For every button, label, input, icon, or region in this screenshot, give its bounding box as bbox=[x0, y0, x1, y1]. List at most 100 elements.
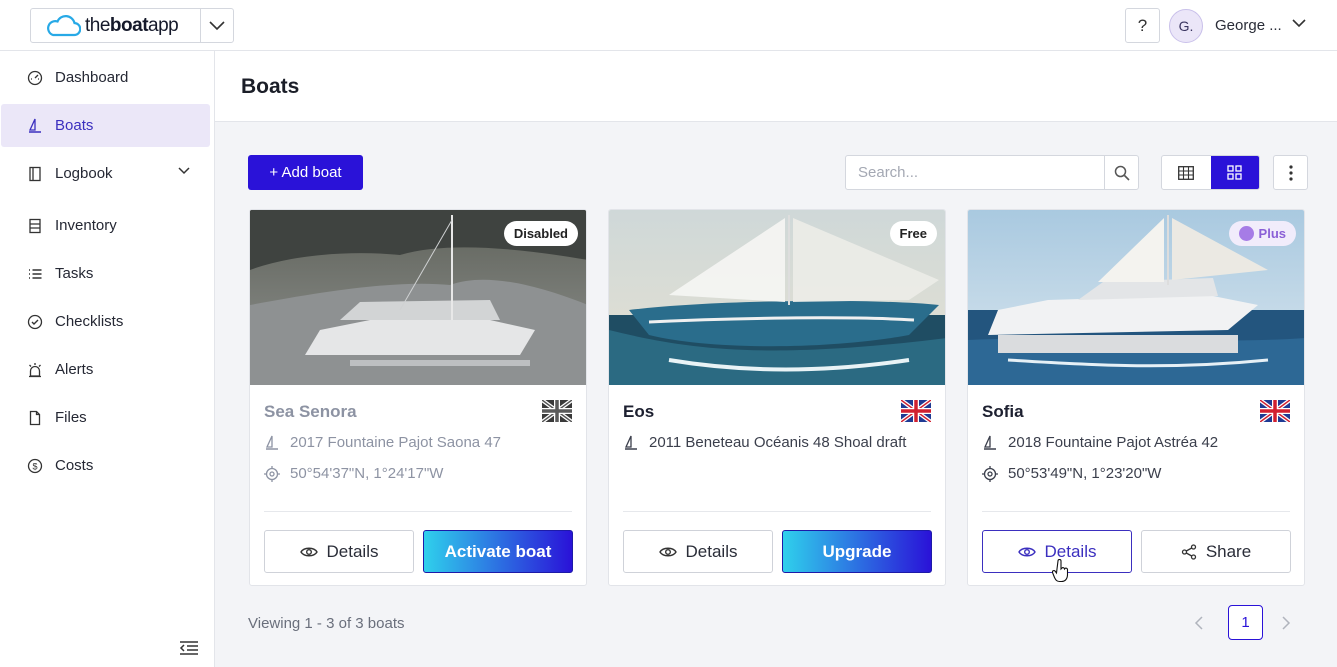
sailboat-icon bbox=[28, 118, 41, 133]
boat-card: Disabled Sea Senora 2017 Fountaine Pajot… bbox=[249, 209, 587, 586]
chevron-down-icon[interactable] bbox=[1291, 18, 1307, 30]
avatar[interactable]: G. bbox=[1169, 9, 1203, 43]
book-icon bbox=[29, 166, 41, 181]
sidebar-item-checklists[interactable]: Checklists bbox=[1, 300, 210, 343]
pagination-page[interactable]: 1 bbox=[1228, 605, 1263, 640]
details-button[interactable]: Details bbox=[264, 530, 414, 573]
add-boat-button[interactable]: + Add boat bbox=[248, 155, 363, 190]
brand-switcher[interactable]: theboatapp bbox=[30, 8, 234, 43]
share-icon bbox=[1181, 543, 1196, 560]
view-toggle bbox=[1161, 155, 1260, 190]
help-label: ? bbox=[1137, 15, 1148, 35]
details-button[interactable]: Details bbox=[623, 530, 773, 573]
sailboat-icon bbox=[265, 435, 278, 450]
boat-name[interactable]: Sofia bbox=[982, 402, 1024, 422]
boat-model: 2018 Fountaine Pajot Astréa 42 bbox=[1008, 434, 1219, 451]
sidebar-item-label: Dashboard bbox=[55, 69, 129, 86]
activate-label: Activate boat bbox=[444, 541, 552, 561]
sidebar-item-costs[interactable]: $ Costs bbox=[1, 444, 210, 487]
boat-position: 50°54'37"N, 1°24'17"W bbox=[290, 465, 444, 482]
help-button[interactable]: ? bbox=[1125, 8, 1160, 43]
sidebar-item-label: Costs bbox=[55, 457, 94, 474]
boat-model: 2011 Beneteau Océanis 48 Shoal draft bbox=[649, 434, 907, 451]
sidebar-item-boats[interactable]: Boats bbox=[1, 104, 210, 147]
svg-text:$: $ bbox=[32, 461, 37, 471]
share-label: Share bbox=[1205, 541, 1252, 561]
cloud-icon bbox=[47, 14, 81, 36]
activate-boat-button[interactable]: Activate boat bbox=[423, 530, 573, 573]
sidebar-item-tasks[interactable]: Tasks bbox=[1, 252, 210, 295]
alarm-icon bbox=[29, 362, 41, 377]
sidebar-item-label: Inventory bbox=[55, 217, 117, 234]
grid-view-button[interactable] bbox=[1210, 156, 1259, 189]
search-icon bbox=[1114, 165, 1130, 181]
more-vertical-icon bbox=[1288, 164, 1293, 181]
sidebar-item-dashboard[interactable]: Dashboard bbox=[1, 56, 210, 99]
boat-name[interactable]: Sea Senora bbox=[264, 402, 357, 422]
search-box bbox=[845, 155, 1139, 190]
brand-dropdown-toggle[interactable] bbox=[201, 9, 233, 42]
boat-position: 50°53'49"N, 1°23'20"W bbox=[1008, 465, 1162, 482]
plan-badge: Plus bbox=[1228, 221, 1296, 246]
page-header: Boats bbox=[215, 51, 1337, 122]
divider bbox=[264, 511, 572, 512]
dashboard-icon bbox=[27, 70, 43, 85]
file-icon bbox=[29, 410, 41, 425]
table-icon bbox=[1178, 165, 1195, 180]
collapse-sidebar-icon[interactable] bbox=[179, 640, 199, 656]
boat-position-row: 50°53'49"N, 1°23'20"W bbox=[982, 465, 1161, 482]
sidebar-item-label: Boats bbox=[55, 117, 94, 134]
search-input[interactable] bbox=[846, 156, 1104, 189]
boat-name[interactable]: Eos bbox=[623, 402, 654, 422]
dollar-icon: $ bbox=[27, 458, 43, 473]
uk-flag-icon bbox=[1260, 400, 1290, 422]
page-number: 1 bbox=[1241, 614, 1250, 631]
page-title: Boats bbox=[241, 75, 300, 98]
sidebar-item-logbook[interactable]: Logbook bbox=[1, 152, 210, 195]
boat-photo[interactable]: Free bbox=[609, 210, 945, 385]
plus-icon bbox=[1238, 226, 1254, 241]
status-badge: Disabled bbox=[503, 221, 578, 246]
boat-position-row: 50°54'37"N, 1°24'17"W bbox=[264, 465, 443, 482]
eye-icon bbox=[658, 547, 677, 556]
boat-photo[interactable]: Plus bbox=[968, 210, 1304, 385]
brand-logo[interactable]: theboatapp bbox=[31, 9, 201, 42]
plan-badge: Free bbox=[889, 221, 937, 246]
more-options-button[interactable] bbox=[1273, 155, 1308, 190]
details-label: Details bbox=[326, 541, 379, 561]
main-content: + Add boat Search... Disabled Sea Senora… bbox=[215, 122, 1337, 667]
sidebar-item-label: Logbook bbox=[55, 165, 113, 182]
boat-photo[interactable]: Disabled bbox=[250, 210, 586, 385]
chevron-left-icon[interactable] bbox=[1194, 616, 1204, 630]
table-view-button[interactable] bbox=[1162, 156, 1211, 189]
chevron-down-icon bbox=[178, 167, 190, 175]
sidebar-item-label: Checklists bbox=[55, 313, 124, 330]
sailboat-icon bbox=[983, 435, 996, 450]
sidebar-item-inventory[interactable]: Inventory bbox=[1, 204, 210, 247]
top-bar: theboatapp ? G. George ... bbox=[0, 0, 1337, 51]
plan-badge-label: Plus bbox=[1258, 226, 1286, 241]
chevron-right-icon[interactable] bbox=[1281, 616, 1291, 630]
share-button[interactable]: Share bbox=[1141, 530, 1291, 573]
sidebar-item-label: Files bbox=[55, 409, 87, 426]
upgrade-label: Upgrade bbox=[822, 541, 892, 561]
sidebar-item-files[interactable]: Files bbox=[1, 396, 210, 439]
grid-icon bbox=[1227, 165, 1242, 180]
hand-cursor-icon bbox=[1052, 559, 1069, 583]
crosshair-icon bbox=[982, 465, 998, 482]
search-button[interactable] bbox=[1104, 156, 1138, 189]
divider bbox=[982, 511, 1290, 512]
tasks-icon bbox=[29, 268, 42, 279]
sailboat-icon bbox=[624, 435, 637, 450]
uk-flag-icon bbox=[901, 400, 931, 422]
boat-card: Plus Sofia 2018 Fountaine Pajot Astréa 4… bbox=[967, 209, 1305, 586]
inventory-icon bbox=[29, 218, 41, 233]
boat-model-row: 2017 Fountaine Pajot Saona 47 bbox=[264, 434, 501, 451]
sidebar-item-label: Alerts bbox=[55, 361, 94, 378]
details-label: Details bbox=[685, 541, 738, 561]
upgrade-button[interactable]: Upgrade bbox=[782, 530, 932, 573]
viewing-count: Viewing 1 - 3 of 3 boats bbox=[248, 615, 405, 632]
user-name[interactable]: George ... bbox=[1215, 17, 1282, 34]
chevron-down-icon bbox=[209, 20, 225, 30]
sidebar-item-alerts[interactable]: Alerts bbox=[1, 348, 210, 391]
